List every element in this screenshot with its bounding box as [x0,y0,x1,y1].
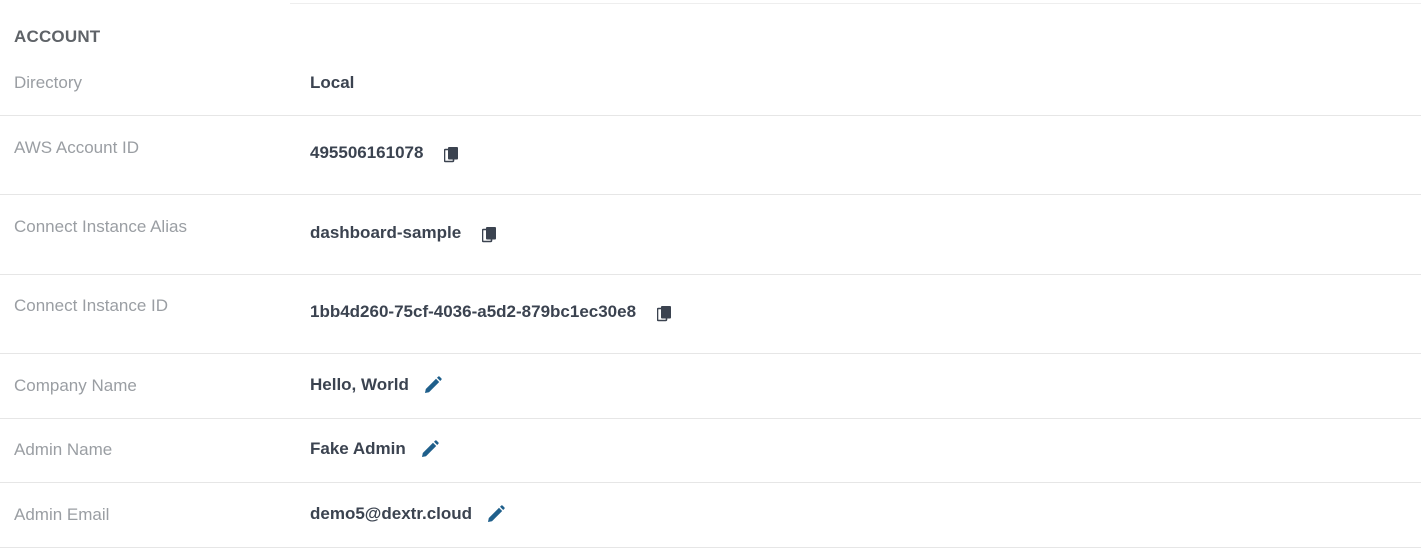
directory-value: Local [310,73,355,92]
aws-account-id-value: 495506161078 [310,143,424,162]
connect-instance-id-value: 1bb4d260-75cf-4036-a5d2-879bc1ec30e8 [310,302,637,321]
row-aws-account-id: AWS Account ID 495506161078 [0,116,1421,195]
directory-label: Directory [14,73,83,92]
copy-icon-graphic [657,305,672,321]
admin-name-value-wrap: Fake Admin [310,439,439,459]
row-admin-name: Admin Name Fake Admin [0,419,1421,483]
directory-value-wrap: Local [310,73,354,93]
copy-icon[interactable] [443,146,459,163]
row-directory: Directory Local [0,0,1421,116]
pencil-icon-graphic [488,504,505,522]
aws-account-id-label: AWS Account ID [14,138,140,157]
connect-instance-alias-label: Connect Instance Alias [14,217,187,236]
copy-icon-graphic [482,226,497,242]
pencil-icon[interactable] [486,504,505,524]
admin-email-value: demo5@dextr.cloud [310,504,473,523]
row-connect-instance-id: Connect Instance ID 1bb4d260-75cf-4036-a… [0,275,1421,354]
copy-icon-graphic [444,146,459,162]
pencil-icon[interactable] [420,439,439,459]
account-section: ACCOUNT Directory Local AWS Account ID 4… [0,0,1421,550]
connect-instance-alias-value: dashboard-sample [310,223,462,242]
pencil-icon-graphic [421,439,439,457]
copy-icon[interactable] [481,226,497,243]
aws-account-id-value-wrap: 495506161078 [310,143,459,163]
pencil-icon-graphic [424,375,442,393]
connect-instance-id-label: Connect Instance ID [14,296,169,315]
company-name-label: Company Name [14,376,137,395]
company-name-value: Hello, World [310,375,409,394]
admin-email-label: Admin Email [14,505,110,524]
admin-email-value-wrap: demo5@dextr.cloud [310,504,505,524]
connect-instance-id-value-wrap: 1bb4d260-75cf-4036-a5d2-879bc1ec30e8 [310,302,672,322]
row-company-name: Company Name Hello, World [0,354,1421,419]
admin-name-value: Fake Admin [310,439,406,458]
admin-name-label: Admin Name [14,440,113,459]
company-name-value-wrap: Hello, World [310,375,442,395]
connect-instance-alias-value-wrap: dashboard-sample [310,223,497,243]
pencil-icon[interactable] [423,375,442,395]
copy-icon[interactable] [656,305,672,322]
row-admin-email: Admin Email demo5@dextr.cloud [0,483,1421,548]
row-connect-instance-alias: Connect Instance Alias dashboard-sample [0,195,1421,275]
